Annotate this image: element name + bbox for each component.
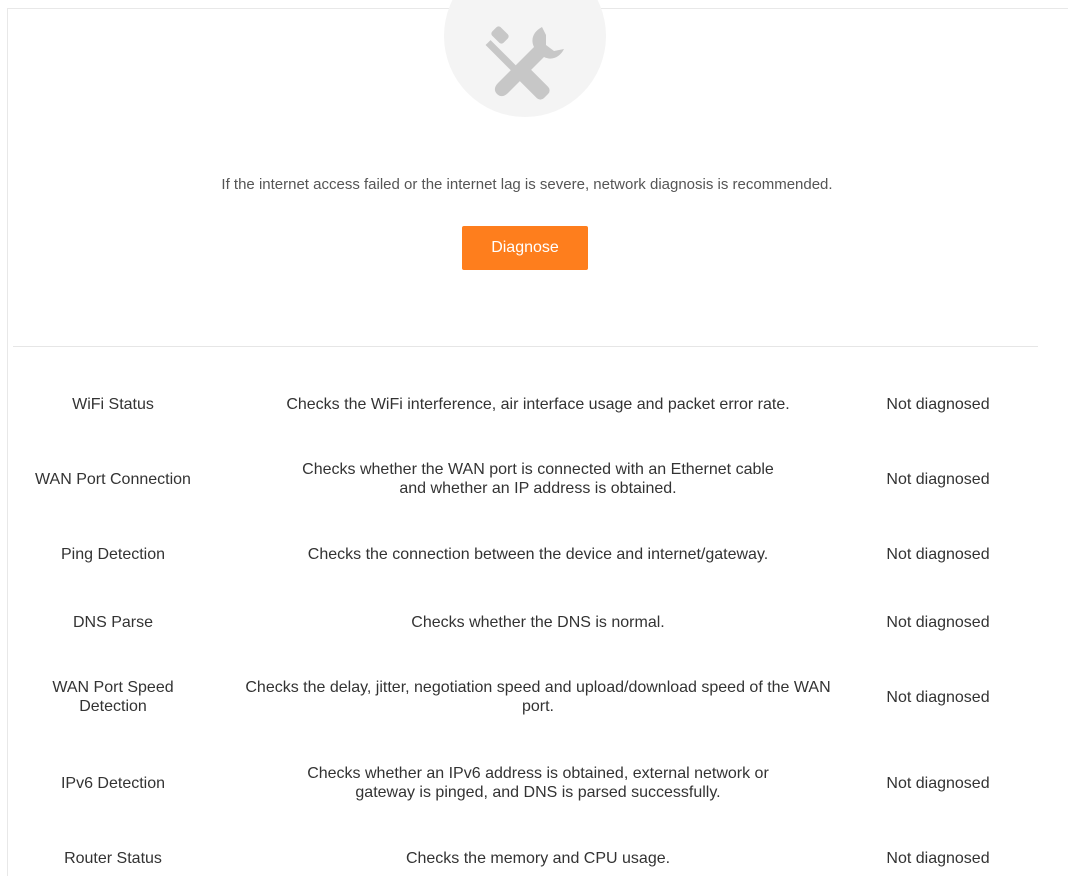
item-status: Not diagnosed (886, 774, 990, 792)
item-name: DNS Parse (72, 613, 154, 631)
item-description: Checks the memory and CPU usage. (405, 849, 671, 867)
wrench-screwdriver-icon (485, 26, 564, 100)
tool-icon-circle (444, 0, 606, 117)
item-status: Not diagnosed (886, 688, 990, 706)
item-description: Checks the WiFi interference, air interf… (286, 395, 790, 413)
diagnosis-row-ping-detection: Ping Detection Checks the connection bet… (8, 539, 1046, 569)
item-name: IPv6 Detection (60, 774, 166, 792)
diagnosis-row-router-status: Router Status Checks the memory and CPU … (8, 843, 1046, 873)
diagnosis-row-wan-port-connection: WAN Port Connection Checks whether the W… (8, 457, 1046, 501)
item-description: Checks the delay, jitter, negotiation sp… (245, 679, 831, 715)
item-name: WAN Port Connection (35, 470, 191, 488)
intro-text: If the internet access failed or the int… (221, 176, 833, 193)
item-description: Checks whether the WAN port is connected… (302, 461, 774, 497)
diagnosis-panel: If the internet access failed or the int… (7, 0, 1068, 876)
item-description: Checks the connection between the device… (307, 545, 769, 563)
item-description: Checks whether an IPv6 address is obtain… (307, 765, 769, 801)
item-status: Not diagnosed (886, 470, 990, 488)
item-name: Ping Detection (60, 545, 166, 563)
item-status: Not diagnosed (886, 849, 990, 867)
item-description: Checks whether the DNS is normal. (411, 613, 665, 631)
item-status: Not diagnosed (886, 613, 990, 631)
divider (13, 346, 1038, 347)
diagnose-button[interactable]: Diagnose (462, 226, 588, 270)
diagnosis-row-wan-port-speed: WAN Port Speed Detection Checks the dela… (8, 675, 1046, 719)
diagnosis-row-dns-parse: DNS Parse Checks whether the DNS is norm… (8, 607, 1046, 637)
diagnosis-row-wifi-status: WiFi Status Checks the WiFi interference… (8, 389, 1046, 419)
item-status: Not diagnosed (886, 395, 990, 413)
item-status: Not diagnosed (886, 545, 990, 563)
diagnosis-row-ipv6-detection: IPv6 Detection Checks whether an IPv6 ad… (8, 761, 1046, 805)
item-name: WiFi Status (72, 395, 154, 413)
item-name: Router Status (64, 849, 162, 867)
item-name: WAN Port Speed Detection (52, 679, 174, 715)
